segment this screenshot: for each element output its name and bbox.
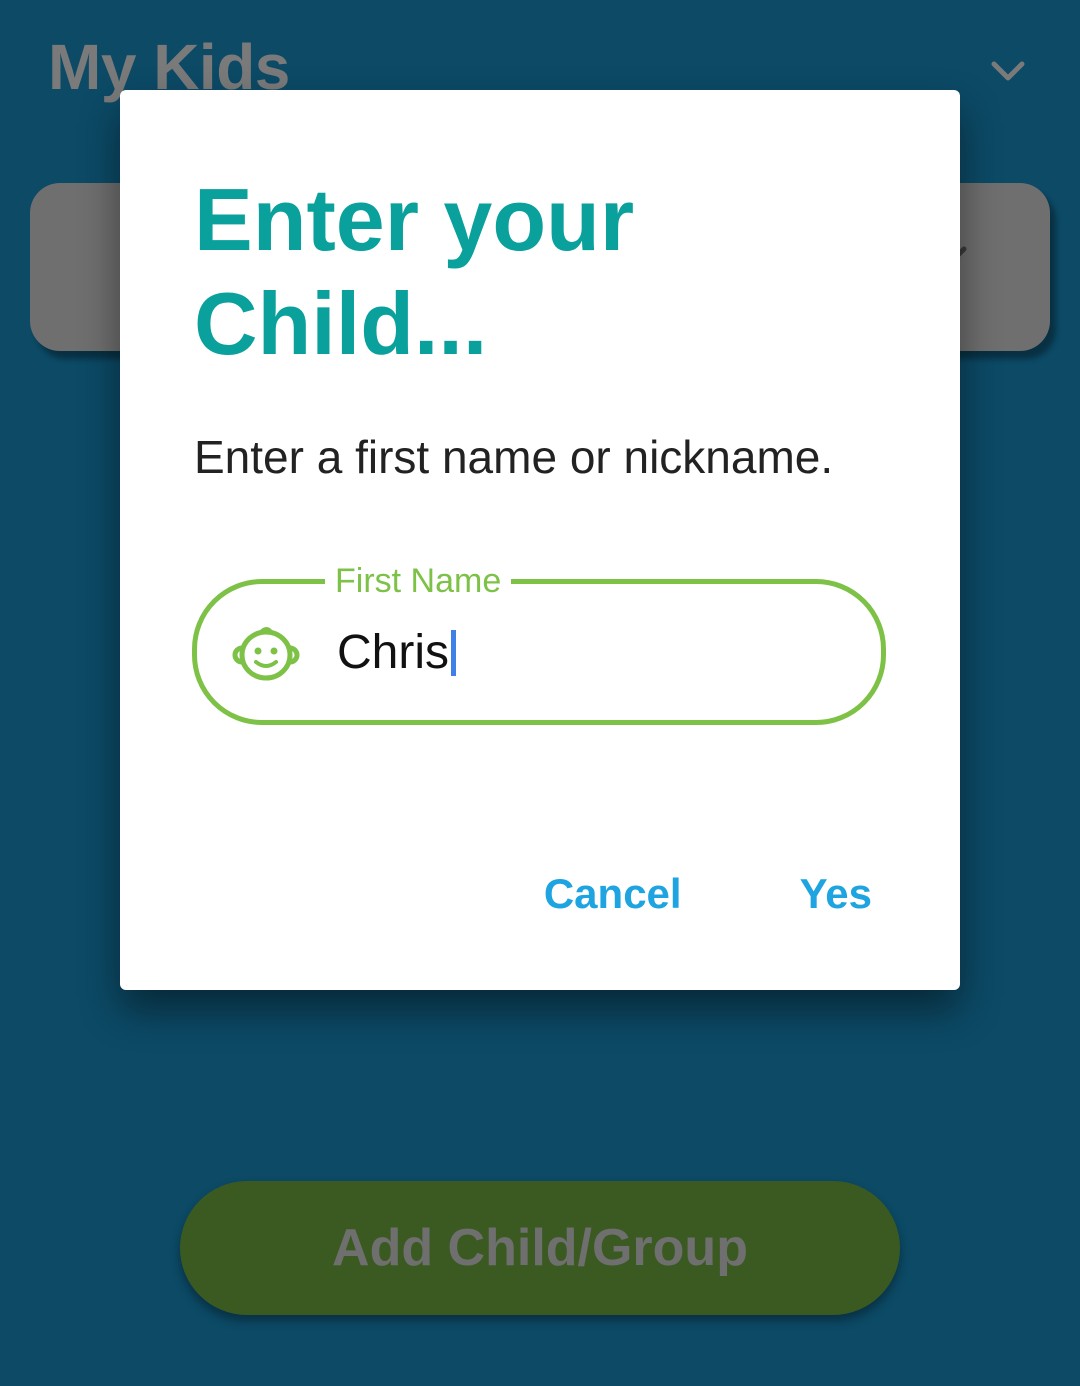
first-name-input[interactable]: Chris xyxy=(337,624,457,682)
add-child-group-button[interactable]: Add Child/Group xyxy=(180,1181,900,1315)
cancel-button[interactable]: Cancel xyxy=(544,870,682,918)
child-face-icon xyxy=(232,627,300,681)
dialog-subtitle: Enter a first name or nickname. xyxy=(194,431,834,483)
yes-button[interactable]: Yes xyxy=(800,870,872,918)
dialog-title: Enter your Child... xyxy=(194,170,635,373)
first-name-label: First Name xyxy=(325,558,512,604)
first-name-field[interactable]: First Name Chris xyxy=(192,558,886,725)
chevron-down-icon[interactable] xyxy=(986,50,1030,94)
text-caret xyxy=(451,630,457,676)
enter-child-dialog: Enter your Child... Enter a first name o… xyxy=(120,90,960,990)
first-name-value: Chris xyxy=(337,626,450,679)
